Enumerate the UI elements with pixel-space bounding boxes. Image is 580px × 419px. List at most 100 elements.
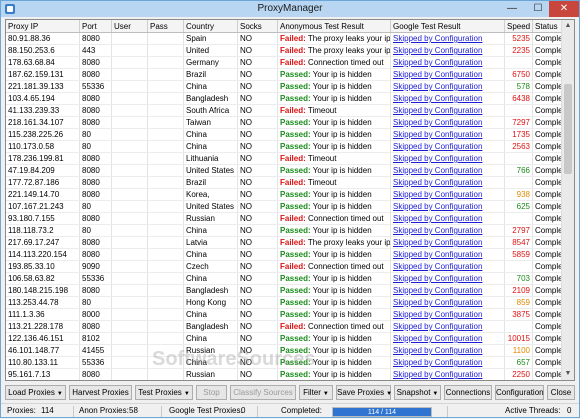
- table-row[interactable]: 178.236.199.81 8080 Lithuania NO Failed: Tim…: [6, 152, 574, 165]
- table-row[interactable]: 217.69.17.247 8080 Latvia NO Failed: The pro…: [6, 236, 574, 249]
- stop-button[interactable]: Stop: [196, 385, 227, 400]
- table-row[interactable]: 221.181.39.133 55336 China NO Passed: Your i…: [6, 80, 574, 93]
- col-header-pass[interactable]: Pass: [147, 20, 184, 33]
- google-result-link[interactable]: Skipped by Configuration: [393, 190, 482, 199]
- table-row[interactable]: 111.13.136.16680 ChinaNOPassed: Your ip i…: [6, 381, 575, 382]
- test-proxies-button[interactable]: Test Proxies ▼: [135, 385, 193, 400]
- table-row[interactable]: 103.4.65.194 8080 Bangladesh NO Passed: Your…: [6, 92, 574, 105]
- google-result-link[interactable]: Skipped by Configuration: [393, 46, 482, 55]
- google-result-link[interactable]: Skipped by Configuration: [393, 166, 482, 175]
- google-result-link[interactable]: Skipped by Configuration: [393, 250, 482, 259]
- table-row[interactable]: 110.80.133.11 55336 China NO Passed: Your ip…: [6, 356, 574, 369]
- cell-country: China: [183, 128, 238, 141]
- table-row[interactable]: 107.167.21.243 80 United States NO Passed: Y…: [6, 200, 574, 213]
- table-row[interactable]: 180.148.215.198 8080 Bangladesh NO Passed: Y…: [6, 284, 574, 297]
- cell-speed: 2250: [504, 368, 533, 380]
- table-row[interactable]: 88.150.253.6 443 United NO Failed: The proxy…: [6, 44, 574, 57]
- close-button[interactable]: Close: [547, 385, 575, 400]
- table-row[interactable]: 113.21.228.178 8080 Bangladesh NO Failed: Co…: [6, 320, 574, 333]
- harvest-proxies-button[interactable]: Harvest Proxies: [69, 385, 132, 400]
- cell-port: 80: [79, 140, 112, 153]
- google-result-link[interactable]: Skipped by Configuration: [393, 34, 482, 43]
- table-row[interactable]: 187.62.159.131 8080 Brazil NO Passed: Your i…: [6, 68, 574, 81]
- google-result-link[interactable]: Skipped by Configuration: [393, 70, 482, 79]
- filter-button[interactable]: Filter ▼: [299, 385, 333, 400]
- maximize-button[interactable]: ☐: [525, 1, 551, 17]
- save-proxies-button[interactable]: Save Proxies ▼: [336, 385, 392, 400]
- table-row[interactable]: 122.136.46.151 8102 China NO Passed: Your ip…: [6, 332, 574, 345]
- google-result-link[interactable]: Skipped by Configuration: [393, 202, 482, 211]
- google-result-link[interactable]: Skipped by Configuration: [393, 346, 482, 355]
- cell-anon-result: Passed: Your ip is hidden: [278, 381, 391, 382]
- col-header-socks[interactable]: Socks: [237, 20, 278, 33]
- table-row[interactable]: 221.149.14.70 8080 Korea, NO Passed: Your ip…: [6, 188, 574, 201]
- cell-user: [111, 320, 148, 333]
- table-row[interactable]: 41.133.239.33 8080 South Africa NO Failed: T…: [6, 104, 574, 117]
- table-row[interactable]: 118.118.73.2 80 China NO Passed: Your ip is …: [6, 224, 574, 237]
- scroll-up-arrow-icon[interactable]: ▲: [562, 20, 574, 32]
- google-result-link[interactable]: Skipped by Configuration: [393, 226, 482, 235]
- google-result-link[interactable]: Skipped by Configuration: [393, 82, 482, 91]
- table-row[interactable]: 46.101.148.77 41455 Russian NO Passed: Your …: [6, 344, 574, 357]
- close-window-button[interactable]: ✕: [549, 1, 579, 17]
- connections-button[interactable]: Connections: [444, 385, 492, 400]
- proxy-manager-window: ProxyManager — ☐ ✕ Proxy IP Port User Pa…: [0, 0, 580, 418]
- scroll-down-arrow-icon[interactable]: ▼: [562, 368, 574, 380]
- configuration-button[interactable]: Configuration: [495, 385, 544, 400]
- table-row[interactable]: 115.238.225.26 80 China NO Passed: Your ip i…: [6, 128, 574, 141]
- table-row[interactable]: 80.91.88.36 8080 Spain NO Failed: The proxy …: [6, 32, 574, 45]
- col-header-user[interactable]: User: [111, 20, 148, 33]
- google-result-link[interactable]: Skipped by Configuration: [393, 238, 482, 247]
- google-result-link[interactable]: Skipped by Configuration: [393, 118, 482, 127]
- table-row[interactable]: 93.180.7.155 8080 Russian NO Failed: Connect…: [6, 212, 574, 225]
- google-result-link[interactable]: Skipped by Configuration: [393, 262, 482, 271]
- scrollbar-thumb[interactable]: [564, 84, 572, 174]
- google-result-link[interactable]: Skipped by Configuration: [393, 214, 482, 223]
- cell-proxy-ip: 180.148.215.198: [6, 284, 80, 297]
- google-result-link[interactable]: Skipped by Configuration: [393, 142, 482, 151]
- table-row[interactable]: 111.1.3.36 8000 China NO Passed: Your ip is …: [6, 308, 574, 321]
- table-row[interactable]: 177.72.87.186 8080 Brazil NO Failed: Timeout…: [6, 176, 574, 189]
- cell-socks: NO: [237, 248, 278, 261]
- table-row[interactable]: 113.253.44.78 80 Hong Kong NO Passed: Your i…: [6, 296, 574, 309]
- google-result-link[interactable]: Skipped by Configuration: [393, 94, 482, 103]
- title-bar[interactable]: ProxyManager — ☐ ✕: [1, 1, 579, 17]
- google-result-link[interactable]: Skipped by Configuration: [393, 274, 482, 283]
- classify-sources-button[interactable]: Classify Sources: [230, 385, 296, 400]
- google-result-link[interactable]: Skipped by Configuration: [393, 358, 482, 367]
- col-header-anon-test[interactable]: Anonymous Test Result: [277, 20, 391, 33]
- google-result-link[interactable]: Skipped by Configuration: [393, 106, 482, 115]
- google-result-link[interactable]: Skipped by Configuration: [393, 370, 482, 379]
- table-row[interactable]: 95.161.7.13 8080 Russian NO Passed: Your ip …: [6, 368, 574, 380]
- vertical-scrollbar[interactable]: ▲ ▼: [561, 20, 574, 380]
- cell-pass: [147, 116, 184, 129]
- google-result-link[interactable]: Skipped by Configuration: [393, 286, 482, 295]
- col-header-speed[interactable]: Speed: [504, 20, 533, 33]
- minimize-button[interactable]: —: [499, 1, 525, 17]
- col-header-port[interactable]: Port: [79, 20, 112, 33]
- table-row[interactable]: 106.58.63.82 55336 China NO Passed: Your ip …: [6, 272, 574, 285]
- load-proxies-button[interactable]: Load Proxies ▼: [5, 385, 66, 400]
- google-result-link[interactable]: Skipped by Configuration: [393, 334, 482, 343]
- google-result-link[interactable]: Skipped by Configuration: [393, 130, 482, 139]
- table-row[interactable]: 218.161.34.107 8080 Taiwan NO Passed: Your i…: [6, 116, 574, 129]
- google-result-link[interactable]: Skipped by Configuration: [393, 322, 482, 331]
- google-result-link[interactable]: Skipped by Configuration: [393, 58, 482, 67]
- google-result-link[interactable]: Skipped by Configuration: [393, 298, 482, 307]
- table-row[interactable]: 193.85.33.10 9090 Czech NO Failed: Connectio…: [6, 260, 574, 273]
- google-result-link[interactable]: Skipped by Configuration: [393, 178, 482, 187]
- table-row[interactable]: 114.113.220.154 8080 China NO Passed: Your i…: [6, 248, 574, 261]
- col-header-google-test[interactable]: Google Test Result: [390, 20, 505, 33]
- snapshot-button[interactable]: Snapshot ▼: [394, 385, 441, 400]
- cell-country: United States: [183, 164, 238, 177]
- col-header-proxy-ip[interactable]: Proxy IP: [6, 20, 80, 33]
- table-row[interactable]: 178.63.68.84 8080 Germany NO Failed: Connect…: [6, 56, 574, 69]
- table-row[interactable]: 47.19.84.209 8080 United States NO Passed: Y…: [6, 164, 574, 177]
- cell-anon-result: Failed: The proxy leaks your ip: [277, 32, 391, 45]
- table-row[interactable]: 110.173.0.58 80 China NO Passed: Your ip is …: [6, 140, 574, 153]
- google-result-link[interactable]: Skipped by Configuration: [393, 154, 482, 163]
- anon-status-colon: :: [308, 130, 311, 139]
- proxy-table[interactable]: Proxy IP Port User Pass Country Socks An…: [5, 19, 575, 381]
- col-header-country[interactable]: Country: [183, 20, 238, 33]
- google-result-link[interactable]: Skipped by Configuration: [393, 310, 482, 319]
